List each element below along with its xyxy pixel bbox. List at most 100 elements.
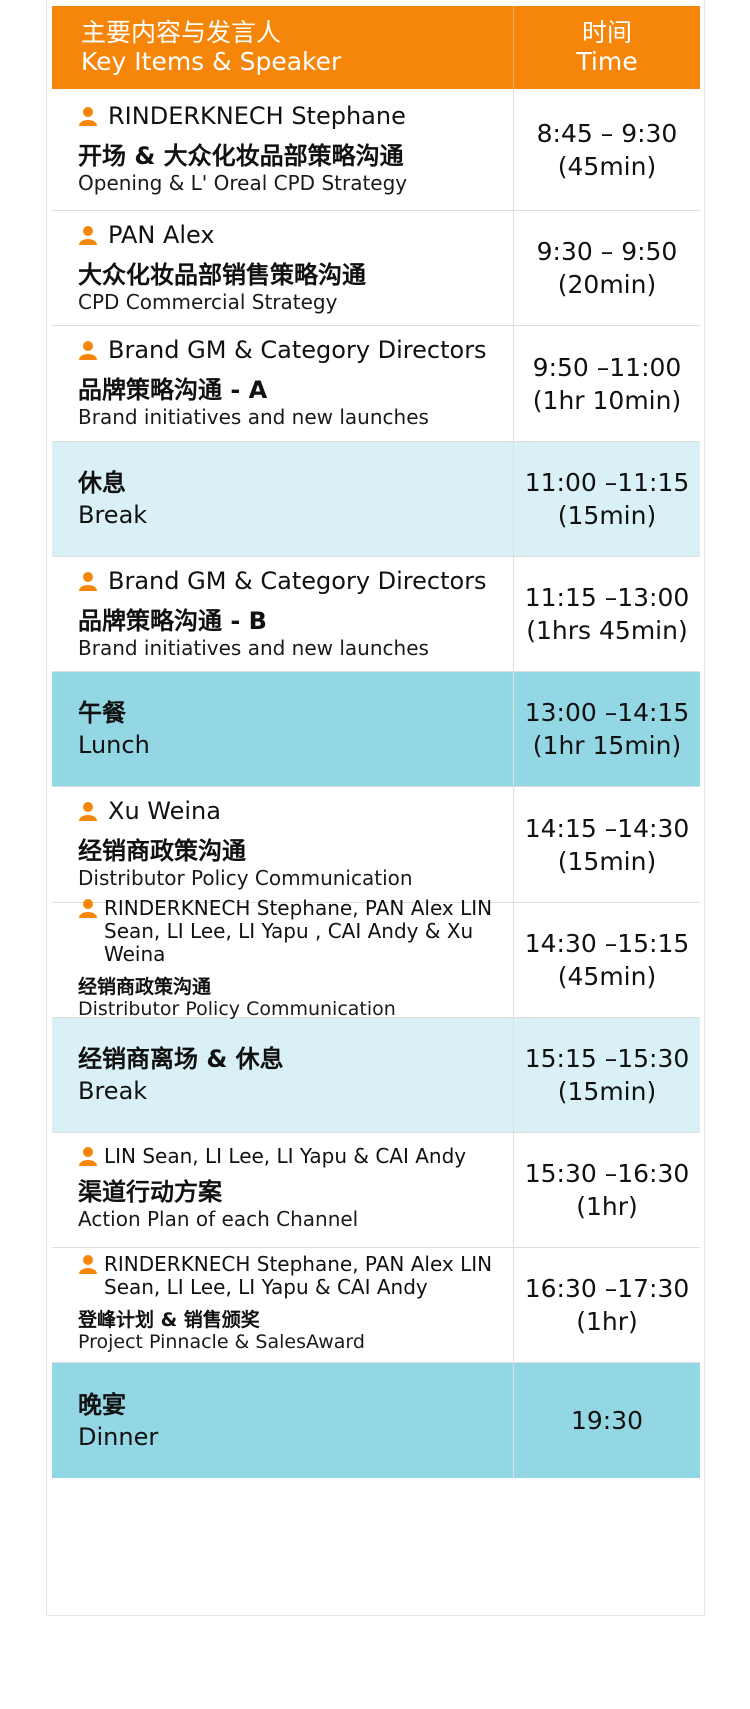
time-range: 9:30 – 9:50 bbox=[536, 237, 678, 266]
person-icon bbox=[79, 571, 97, 591]
agenda-row-break: 休息 Break 11:00 –11:15 (15min) bbox=[52, 442, 700, 557]
item-title-en: Distributor Policy Communication bbox=[78, 997, 396, 1020]
speaker-line: Brand GM & Category Directors bbox=[78, 334, 513, 366]
agenda-row: LIN Sean, LI Lee, LI Yapu & CAI Andy 渠道行… bbox=[52, 1133, 700, 1248]
item-title-cn: 品牌策略沟通 - B bbox=[78, 606, 267, 635]
duration: (1hrs 45min) bbox=[526, 616, 688, 645]
item-title-cn: 大众化妆品部销售策略沟通 bbox=[78, 260, 366, 289]
row-time-cell: 14:30 –15:15 (45min) bbox=[514, 903, 700, 1017]
time-range: 14:15 –14:30 bbox=[524, 813, 690, 843]
duration: (45min) bbox=[557, 151, 657, 181]
header-time-cn: 时间 bbox=[581, 18, 632, 47]
person-icon bbox=[79, 341, 97, 360]
row-time-cell: 14:15 –14:30 (15min) bbox=[514, 787, 700, 902]
duration: (15min) bbox=[557, 846, 657, 876]
duration: (15min) bbox=[557, 501, 657, 530]
speaker-line: RINDERKNECH Stephane bbox=[78, 100, 513, 132]
row-items-cell: Xu Weina 经销商政策沟通 Distributor Policy Comm… bbox=[52, 787, 514, 902]
row-items-cell: 午餐 Lunch bbox=[52, 672, 514, 786]
row-time-cell: 9:50 –11:00 (1hr 10min) bbox=[514, 326, 700, 441]
item-title-en: Lunch bbox=[78, 731, 150, 759]
item-title-cn: 晚宴 bbox=[78, 1390, 126, 1419]
item-title-en: Break bbox=[78, 1077, 148, 1105]
agenda-row: RINDERKNECH Stephane, PAN Alex LIN Sean,… bbox=[52, 896, 700, 1020]
speaker-line: Brand GM & Category Directors bbox=[78, 565, 513, 597]
row-time-cell: 16:30 –17:30 (1hr) bbox=[514, 1248, 700, 1362]
person-icon bbox=[79, 898, 97, 918]
time-range: 13:00 –14:15 bbox=[524, 698, 690, 727]
duration: (1hr) bbox=[576, 1192, 638, 1221]
person-icon bbox=[79, 107, 97, 126]
person-icon bbox=[79, 1255, 97, 1274]
time-range: 16:30 –17:30 bbox=[524, 1274, 690, 1303]
agenda-header: 主要内容与发言人 Key Items & Speaker 时间 Time bbox=[52, 6, 700, 89]
header-time-en: Time bbox=[576, 47, 638, 76]
time-range: 15:15 –15:30 bbox=[524, 1044, 690, 1073]
person-icon bbox=[79, 225, 97, 245]
item-title-cn: 午餐 bbox=[78, 699, 126, 727]
header-items-cn: 主要内容与发言人 bbox=[81, 18, 282, 47]
duration: (15min) bbox=[557, 1077, 657, 1106]
row-time-cell: 9:30 – 9:50 (20min) bbox=[514, 211, 700, 325]
row-items-cell: Brand GM & Category Directors 品牌策略沟通 - A… bbox=[52, 326, 514, 441]
agenda-row: Xu Weina 经销商政策沟通 Distributor Policy Comm… bbox=[52, 787, 700, 903]
row-time-cell: 11:15 –13:00 (1hrs 45min) bbox=[514, 557, 700, 671]
time-range: 15:30 –16:30 bbox=[524, 1159, 690, 1188]
row-items-cell: RINDERKNECH Stephane, PAN Alex LIN Sean,… bbox=[52, 896, 514, 1020]
time-range: 8:45 – 9:30 bbox=[536, 118, 678, 148]
row-time-cell: 15:30 –16:30 (1hr) bbox=[514, 1133, 700, 1247]
agenda-row: PAN Alex 大众化妆品部销售策略沟通 CPD Commercial Str… bbox=[52, 211, 700, 326]
item-title-cn: 登峰计划 & 销售颁奖 bbox=[78, 1309, 260, 1331]
person-icon bbox=[79, 1147, 97, 1166]
agenda-row-break: 经销商离场 & 休息 Break 15:15 –15:30 (15min) bbox=[52, 1018, 700, 1133]
row-time-cell: 8:45 – 9:30 (45min) bbox=[514, 89, 700, 210]
speaker-name: LIN Sean, LI Lee, LI Yapu & CAI Andy bbox=[104, 1144, 467, 1168]
item-title-en: Opening & L' Oreal CPD Strategy bbox=[78, 171, 408, 195]
item-title-en: Action Plan of each Channel bbox=[78, 1207, 359, 1231]
item-title-cn: 渠道行动方案 bbox=[78, 1178, 222, 1206]
item-title-en: CPD Commercial Strategy bbox=[78, 289, 338, 314]
speaker-line: RINDERKNECH Stephane, PAN Alex LIN Sean,… bbox=[78, 896, 507, 966]
item-title-cn: 经销商离场 & 休息 bbox=[78, 1045, 284, 1073]
duration: (20min) bbox=[557, 270, 657, 299]
speaker-name: RINDERKNECH Stephane bbox=[108, 102, 406, 130]
item-title-en: Brand initiatives and new launches bbox=[78, 405, 429, 429]
row-items-cell: PAN Alex 大众化妆品部销售策略沟通 CPD Commercial Str… bbox=[52, 211, 514, 325]
item-title-cn: 开场 & 大众化妆品部策略沟通 bbox=[78, 142, 404, 170]
time-range: 19:30 bbox=[570, 1406, 644, 1435]
agenda-row-lunch: 午餐 Lunch 13:00 –14:15 (1hr 15min) bbox=[52, 672, 700, 787]
row-items-cell: 经销商离场 & 休息 Break bbox=[52, 1018, 514, 1132]
header-time-cell: 时间 Time bbox=[514, 6, 700, 89]
speaker-line: RINDERKNECH Stephane, PAN Alex LIN Sean,… bbox=[78, 1253, 507, 1299]
speaker-line: Xu Weina bbox=[78, 795, 513, 827]
speaker-name: PAN Alex bbox=[108, 220, 215, 249]
item-title-cn: 经销商政策沟通 bbox=[78, 837, 246, 865]
speaker-line: LIN Sean, LI Lee, LI Yapu & CAI Andy bbox=[78, 1145, 513, 1168]
agenda-table: 主要内容与发言人 Key Items & Speaker 时间 Time RIN… bbox=[52, 6, 700, 1478]
row-items-cell: LIN Sean, LI Lee, LI Yapu & CAI Andy 渠道行… bbox=[52, 1133, 514, 1247]
agenda-row: Brand GM & Category Directors 品牌策略沟通 - B… bbox=[52, 557, 700, 672]
row-items-cell: 休息 Break bbox=[52, 442, 514, 556]
agenda-row: RINDERKNECH Stephane 开场 & 大众化妆品部策略沟通 Ope… bbox=[52, 89, 700, 211]
person-icon bbox=[79, 802, 97, 821]
item-title-cn: 品牌策略沟通 - A bbox=[78, 376, 268, 404]
agenda-row: Brand GM & Category Directors 品牌策略沟通 - A… bbox=[52, 326, 700, 442]
header-items-cell: 主要内容与发言人 Key Items & Speaker bbox=[52, 6, 514, 89]
speaker-name: Brand GM & Category Directors bbox=[108, 566, 487, 595]
item-title-cn: 休息 bbox=[78, 469, 126, 497]
header-items-en: Key Items & Speaker bbox=[81, 47, 342, 76]
item-title-en: Brand initiatives and new launches bbox=[78, 635, 429, 660]
item-title-cn: 经销商政策沟通 bbox=[78, 975, 212, 998]
item-title-en: Project Pinnacle & SalesAward bbox=[78, 1331, 365, 1353]
time-range: 9:50 –11:00 bbox=[532, 352, 682, 382]
speaker-name: Brand GM & Category Directors bbox=[108, 336, 487, 364]
item-title-en: Break bbox=[78, 501, 148, 529]
item-title-en: Dinner bbox=[78, 1422, 159, 1451]
agenda-row: RINDERKNECH Stephane, PAN Alex LIN Sean,… bbox=[52, 1248, 700, 1363]
duration: (1hr 10min) bbox=[532, 385, 682, 415]
row-items-cell: RINDERKNECH Stephane 开场 & 大众化妆品部策略沟通 Ope… bbox=[52, 89, 514, 210]
time-range: 11:15 –13:00 bbox=[524, 583, 690, 612]
row-time-cell: 15:15 –15:30 (15min) bbox=[514, 1018, 700, 1132]
speaker-name: Xu Weina bbox=[108, 797, 221, 825]
row-time-cell: 11:00 –11:15 (15min) bbox=[514, 442, 700, 556]
